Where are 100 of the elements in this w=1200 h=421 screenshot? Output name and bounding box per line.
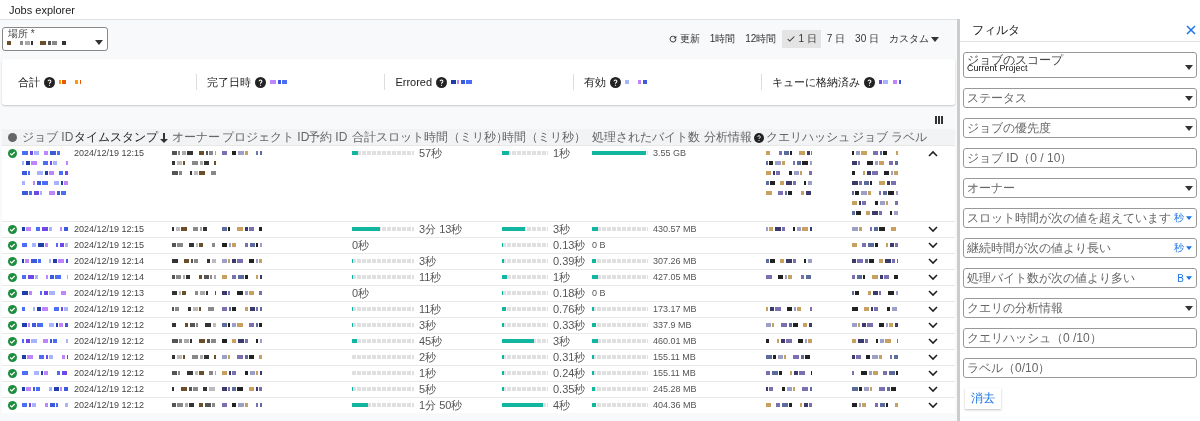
pixelated-text	[222, 355, 262, 359]
pixelated-link[interactable]	[22, 291, 68, 295]
refresh-button[interactable]: 更新	[663, 30, 704, 48]
pixelated-text	[852, 307, 898, 311]
dropdown-field[interactable]: ジョブのスコープ Current Project	[963, 52, 1197, 78]
duration-bar	[502, 403, 548, 407]
time-range-tab[interactable]: 7 日	[822, 30, 850, 48]
pixelated-link[interactable]	[22, 323, 68, 327]
pixelated-link[interactable]	[22, 339, 68, 343]
close-icon[interactable]	[1186, 25, 1196, 35]
expand-icon[interactable]	[928, 386, 938, 393]
refresh-icon	[667, 34, 678, 44]
help-icon[interactable]	[863, 76, 875, 88]
bytes-bar	[592, 151, 648, 155]
unit-dropdown[interactable]: 秒	[1174, 241, 1193, 255]
input-field[interactable]: スロット時間が次の値を超えています 秒	[963, 208, 1197, 228]
expand-icon[interactable]	[928, 258, 938, 265]
expand-icon[interactable]	[928, 370, 938, 377]
pixelated-text	[222, 275, 262, 279]
pixelated-text	[852, 243, 898, 247]
unit-dropdown[interactable]: 秒	[1174, 211, 1193, 225]
expand-icon[interactable]	[928, 402, 938, 409]
duration-cell: 0.35秒	[553, 382, 586, 396]
help-icon[interactable]	[609, 76, 621, 88]
pixelated-text	[852, 403, 898, 407]
help-icon[interactable]	[255, 76, 267, 88]
dropdown-field[interactable]: クエリの分析情報	[963, 298, 1197, 318]
bytes-cell-text: 404.36 MB	[653, 399, 697, 412]
column-header[interactable]: 処理されたバイト数	[592, 129, 700, 146]
time-range-tab[interactable]: カスタム	[885, 30, 943, 48]
pixelated-link[interactable]	[22, 243, 68, 247]
time-range-tab[interactable]: 1時間	[705, 30, 740, 48]
dropdown-field[interactable]: オーナー	[963, 178, 1197, 198]
pixelated-link[interactable]	[22, 151, 68, 195]
expand-icon[interactable]	[928, 322, 938, 329]
column-header[interactable]: ジョブ ラベル	[852, 129, 928, 146]
expand-icon[interactable]	[928, 274, 938, 281]
pixelated-link[interactable]	[22, 355, 68, 359]
pixelated-link[interactable]	[22, 371, 68, 375]
caret-icon	[1186, 246, 1192, 250]
unit-dropdown[interactable]: B	[1177, 272, 1193, 284]
duration-cell: 0.33秒	[553, 318, 586, 332]
dropdown-field[interactable]: ステータス	[963, 88, 1197, 108]
caret-icon	[95, 40, 103, 45]
expand-icon[interactable]	[928, 338, 938, 345]
help-icon[interactable]	[754, 132, 764, 143]
column-header[interactable]: クエリハッシュ	[766, 129, 850, 146]
pixelated-text	[852, 275, 898, 279]
help-icon[interactable]	[436, 76, 448, 88]
expand-icon[interactable]	[928, 354, 938, 361]
column-header[interactable]: プロジェクト ID	[222, 129, 310, 146]
pixelated-link[interactable]	[22, 275, 68, 279]
pixelated-text	[172, 371, 216, 375]
pixelated-link[interactable]	[22, 259, 68, 263]
duration-cell: 0.31秒	[553, 350, 586, 364]
slot-time-cell: 1秒	[419, 366, 437, 380]
pixelated-link[interactable]	[22, 307, 68, 311]
pixelated-value	[451, 80, 474, 84]
duration-cell: 0.24秒	[553, 366, 586, 380]
pixelated-text	[172, 275, 216, 279]
column-header[interactable]: タイムスタンプ	[74, 129, 168, 146]
expand-icon[interactable]	[928, 226, 938, 233]
column-header[interactable]: 分析情報	[704, 129, 764, 146]
metric-label: キューに格納済み	[771, 74, 860, 90]
sort-down-icon[interactable]	[160, 132, 168, 143]
pixelated-text	[222, 339, 262, 343]
status-header-icon	[7, 133, 17, 142]
pixelated-link[interactable]	[22, 403, 68, 407]
pixelated-link[interactable]	[22, 227, 68, 231]
pixelated-link[interactable]	[22, 387, 68, 391]
clear-button[interactable]: 消去	[965, 388, 1001, 409]
expand-icon[interactable]	[928, 306, 938, 313]
input-field[interactable]: 処理バイト数が次の値より多い B	[963, 268, 1197, 288]
time-range-tab[interactable]: 1 日	[782, 30, 821, 48]
duration-cell: 0.76秒	[553, 302, 586, 316]
expand-icon[interactable]	[928, 242, 938, 249]
input-field[interactable]: クエリハッシュ（0 /10）	[963, 328, 1197, 348]
slot-time-cell: 2秒	[419, 350, 437, 364]
pixelated-text	[852, 291, 898, 295]
column-header[interactable]: オーナー	[172, 129, 220, 146]
duration-cell: 0.13秒	[553, 238, 586, 252]
time-range-tab[interactable]: 12時間	[741, 30, 781, 48]
input-field[interactable]: ラベル（0/10）	[963, 358, 1197, 378]
collapse-icon[interactable]	[928, 150, 938, 157]
caret-icon	[1185, 185, 1193, 191]
column-settings-icon[interactable]	[935, 116, 943, 124]
location-dropdown[interactable]: 場所 *	[2, 27, 108, 51]
pixelated-text	[222, 371, 262, 375]
input-field[interactable]: ジョブ ID（0 / 10）	[963, 148, 1197, 168]
bytes-cell-text: 173.17 MB	[653, 303, 697, 316]
column-header[interactable]: 時間（ミリ秒）	[502, 129, 586, 146]
help-icon[interactable]	[44, 76, 55, 88]
time-range-tab[interactable]: 30 日	[851, 30, 883, 48]
dropdown-field[interactable]: ジョブの優先度	[963, 118, 1197, 138]
column-header[interactable]: ジョブ ID	[22, 129, 74, 146]
expand-icon[interactable]	[928, 290, 938, 297]
slot-time-cell: 5秒	[419, 382, 437, 396]
input-field[interactable]: 継続時間が次の値より長い 秒	[963, 238, 1197, 258]
column-header[interactable]: 予約 ID	[308, 129, 348, 146]
pixelated-text	[222, 323, 262, 327]
